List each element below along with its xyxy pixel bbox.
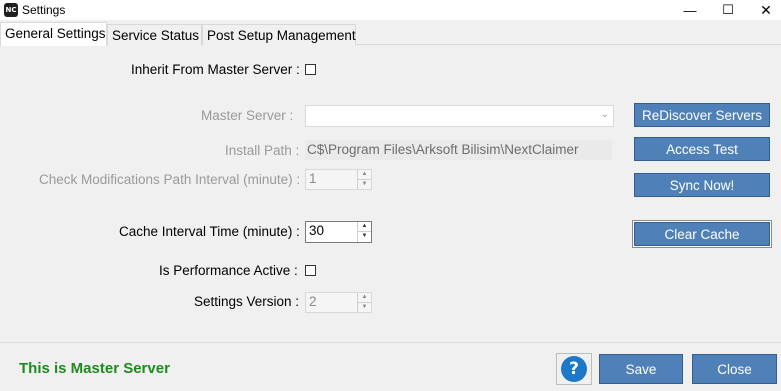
access-test-button[interactable]: Access Test	[634, 137, 770, 161]
footer-bar: This is Master Server ? Save Close	[0, 342, 781, 391]
check-interval-label: Check Modifications Path Interval (minut…	[39, 172, 301, 187]
spin-down-icon[interactable]: ▼	[358, 180, 371, 190]
tab-general-settings[interactable]: General Settings	[0, 22, 107, 46]
master-server-label: Master Server :	[201, 108, 294, 123]
close-button[interactable]: Close	[692, 354, 777, 384]
close-icon: ✕	[760, 1, 772, 18]
title-bar: NC Settings — ☐ ✕	[0, 0, 781, 20]
clear-cache-button[interactable]: Clear Cache	[634, 222, 770, 246]
help-button[interactable]: ?	[556, 353, 592, 385]
spin-up-icon[interactable]: ▲	[358, 222, 371, 232]
rediscover-servers-button[interactable]: ReDiscover Servers	[634, 103, 770, 127]
general-settings-panel: Inherit From Master Server : Master Serv…	[0, 45, 781, 342]
performance-active-label: Is Performance Active :	[159, 263, 298, 278]
cache-interval-stepper[interactable]: 30 ▲ ▼	[305, 221, 372, 243]
settings-version-label: Settings Version :	[194, 294, 300, 309]
save-button[interactable]: Save	[599, 354, 683, 384]
settings-version-stepper[interactable]: 2 ▲ ▼	[305, 292, 372, 313]
window-title: Settings	[22, 3, 66, 17]
install-path-label: Install Path :	[225, 143, 300, 158]
spin-up-icon[interactable]: ▲	[358, 170, 371, 180]
tab-post-setup-management[interactable]: Post Setup Management	[202, 24, 356, 45]
sync-now-button[interactable]: Sync Now!	[634, 173, 770, 197]
install-path-field: C$\Program Files\Arksoft Bilisim\NextCla…	[305, 140, 612, 160]
cache-interval-value: 30	[309, 223, 325, 238]
performance-active-checkbox[interactable]	[305, 265, 316, 276]
cache-interval-label: Cache Interval Time (minute) :	[119, 224, 300, 239]
master-server-dropdown[interactable]: ⌄	[305, 105, 614, 127]
inherit-from-master-checkbox[interactable]	[305, 64, 316, 75]
spin-down-icon[interactable]: ▼	[358, 303, 371, 313]
settings-window: NC Settings — ☐ ✕ General Settings Servi…	[0, 0, 781, 391]
help-icon: ?	[561, 356, 587, 382]
master-server-status: This is Master Server	[19, 360, 170, 377]
spin-up-icon[interactable]: ▲	[358, 293, 371, 303]
tab-service-status[interactable]: Service Status	[107, 24, 202, 45]
app-icon: NC	[4, 3, 18, 17]
settings-version-value: 2	[309, 294, 317, 309]
check-interval-stepper[interactable]: 1 ▲ ▼	[305, 169, 372, 190]
minimize-icon: —	[683, 2, 697, 18]
maximize-icon: ☐	[722, 2, 734, 17]
check-interval-value: 1	[309, 171, 317, 186]
chevron-down-icon: ⌄	[600, 109, 609, 120]
tab-strip: General Settings Service Status Post Set…	[0, 22, 781, 46]
spin-down-icon[interactable]: ▼	[358, 232, 371, 242]
close-window-button[interactable]: ✕	[743, 0, 781, 20]
inherit-from-master-label: Inherit From Master Server :	[131, 62, 300, 77]
